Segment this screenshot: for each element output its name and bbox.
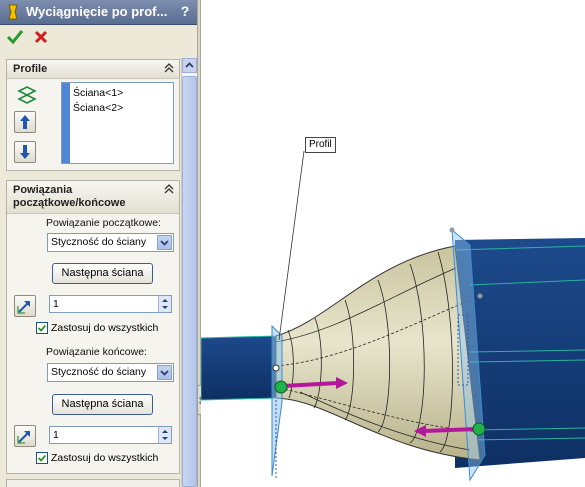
profiles-group-title: Profile <box>13 63 48 75</box>
move-up-button[interactable] <box>14 111 36 133</box>
spin-arrows[interactable] <box>158 427 171 443</box>
spin-arrows[interactable] <box>158 296 171 312</box>
end-direction-button[interactable] <box>14 425 36 447</box>
ok-checkmark-icon[interactable] <box>6 28 24 46</box>
profiles-group-header[interactable]: Profile <box>7 60 179 79</box>
loft-icon <box>8 4 18 20</box>
list-selection-strip <box>62 83 70 163</box>
callout-leader <box>278 150 305 341</box>
checkmark-icon <box>38 454 46 462</box>
start-direction-button[interactable] <box>14 295 36 317</box>
panel-title: Wyciągnięcie po prof... <box>26 4 168 19</box>
end-tangent-length-value: 1 <box>53 429 59 441</box>
arrow-up-icon <box>20 115 30 129</box>
vertex-point <box>477 293 483 299</box>
end-next-face-button[interactable]: Następna ściana <box>52 394 153 415</box>
help-button[interactable]: ? <box>177 3 193 20</box>
profile-selection-icon <box>17 86 37 104</box>
end-tangent-length-input[interactable]: 1 <box>49 426 172 444</box>
start-constraint-label: Powiązanie początkowe: <box>46 217 161 229</box>
chevron-up-icon <box>185 62 194 68</box>
direction-vector-icon <box>17 431 30 444</box>
property-manager-panel: Wyciągnięcie po prof... ? Profile Ściana… <box>0 0 200 487</box>
profiles-list[interactable]: Ściana<1> Ściana<2> <box>61 82 174 164</box>
collapse-chevron-icon[interactable] <box>164 63 174 73</box>
profiles-group: Profile Ściana<1> Ściana<2> <box>6 59 180 171</box>
scroll-up-button[interactable] <box>182 58 197 73</box>
checkmark-icon <box>38 324 46 332</box>
start-handle[interactable] <box>274 380 288 394</box>
end-constraint-label: Powiązanie końcowe: <box>46 346 147 358</box>
chevron-down-icon <box>160 240 169 246</box>
constraints-title-line2: początkowe/końcowe <box>13 197 126 209</box>
scroll-thumb[interactable] <box>182 76 197 487</box>
list-item[interactable]: Ściana<2> <box>73 102 123 115</box>
loft-model-view[interactable] <box>201 0 585 487</box>
panel-title-bar: Wyciągnięcie po prof... ? <box>0 0 197 25</box>
move-down-button[interactable] <box>14 141 36 163</box>
end-apply-all-label: Zastosuj do wszystkich <box>51 452 159 464</box>
vertex-point <box>272 364 280 372</box>
end-constraint-value: Styczność do ściany <box>51 366 147 378</box>
dropdown-arrow[interactable] <box>157 365 172 380</box>
end-constraint-select[interactable]: Styczność do ściany <box>47 363 174 382</box>
profile-callout[interactable]: Profil <box>305 137 336 153</box>
start-tangent-length-input[interactable]: 1 <box>49 295 172 313</box>
end-apply-all-checkbox[interactable] <box>36 452 48 464</box>
start-profile-face <box>271 324 283 478</box>
start-constraint-value: Styczność do ściany <box>51 236 147 248</box>
dropdown-arrow[interactable] <box>157 235 172 250</box>
arrow-down-icon <box>20 145 30 159</box>
end-handle[interactable] <box>472 422 486 436</box>
graphics-viewport[interactable]: Profil <box>201 0 585 487</box>
spinner-icon <box>162 430 168 440</box>
cancel-x-icon[interactable] <box>32 28 50 46</box>
vertex-point <box>449 227 455 233</box>
left-extrusion <box>201 335 277 401</box>
start-apply-all-label: Zastosuj do wszystkich <box>51 322 159 334</box>
start-constraint-select[interactable]: Styczność do ściany <box>47 233 174 252</box>
start-tangent-length-value: 1 <box>53 298 59 310</box>
direction-vector-icon <box>17 301 30 314</box>
constraints-group-title: Powiązania początkowe/końcowe <box>13 184 125 210</box>
next-group-header[interactable] <box>6 479 180 487</box>
list-item[interactable]: Ściana<1> <box>73 87 123 100</box>
start-next-face-button[interactable]: Następna ściana <box>52 263 153 284</box>
panel-scrollbar[interactable] <box>181 58 198 487</box>
constraints-title-line1: Powiązania <box>13 184 73 196</box>
loft-body <box>275 245 481 461</box>
start-apply-all-checkbox[interactable] <box>36 322 48 334</box>
spinner-icon <box>162 299 168 309</box>
collapse-chevron-icon[interactable] <box>164 184 174 194</box>
constraints-group-header[interactable]: Powiązania początkowe/końcowe <box>7 181 179 214</box>
chevron-down-icon <box>160 370 169 376</box>
start-end-constraints-group: Powiązania początkowe/końcowe Powiązanie… <box>6 180 180 474</box>
